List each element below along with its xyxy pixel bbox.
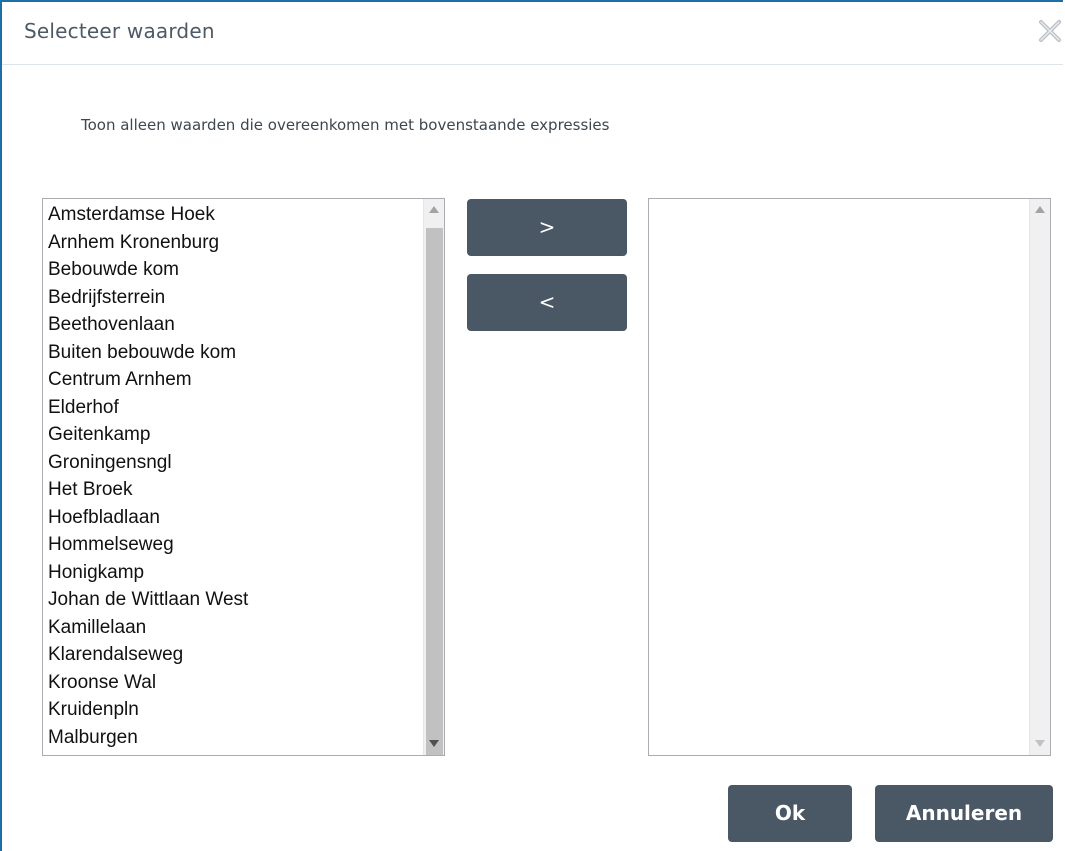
ok-button[interactable]: Ok: [728, 785, 852, 842]
scroll-up-arrow-icon[interactable]: [424, 199, 444, 221]
list-item[interactable]: Klarendalseweg: [48, 641, 423, 669]
close-icon[interactable]: [1037, 18, 1063, 44]
dialog-titlebar: Selecteer waarden: [2, 2, 1063, 65]
list-item[interactable]: Amsterdamse Hoek: [48, 201, 423, 229]
list-item[interactable]: Geitenkamp: [48, 421, 423, 449]
list-item[interactable]: Hoefbladlaan: [48, 504, 423, 532]
list-item[interactable]: Het Broek: [48, 476, 423, 504]
selected-list-scrollbar[interactable]: [1029, 199, 1050, 755]
list-item[interactable]: Arnhem Kronenburg: [48, 229, 423, 257]
list-item[interactable]: Bebouwde kom: [48, 256, 423, 284]
cancel-button[interactable]: Annuleren: [875, 785, 1053, 842]
available-values-list[interactable]: Amsterdamse Hoek Arnhem Kronenburg Bebouwd…: [42, 198, 445, 756]
selected-values-items: [649, 199, 1029, 755]
dialog-title: Selecteer waarden: [24, 19, 215, 43]
list-item[interactable]: Beethovenlaan: [48, 311, 423, 339]
list-item[interactable]: Hommelseweg: [48, 531, 423, 559]
list-item[interactable]: Kamillelaan: [48, 614, 423, 642]
list-item[interactable]: Johan de Wittlaan West: [48, 586, 423, 614]
list-item[interactable]: Bedrijfsterrein: [48, 284, 423, 312]
scroll-down-arrow-icon[interactable]: [1030, 733, 1050, 755]
select-values-dialog: Selecteer waarden Toon alleen waarden di…: [0, 0, 1063, 851]
available-values-items: Amsterdamse Hoek Arnhem Kronenburg Bebouwd…: [43, 199, 423, 755]
filter-instruction-text: Toon alleen waarden die overeenkomen met…: [81, 116, 610, 134]
list-item[interactable]: Malburgen: [48, 724, 423, 752]
scroll-down-arrow-icon[interactable]: [424, 733, 444, 755]
available-list-scrollbar[interactable]: [423, 199, 444, 755]
remove-selected-button[interactable]: <: [467, 274, 627, 331]
scrollbar-thumb[interactable]: [426, 228, 443, 755]
list-item[interactable]: Groningensngl: [48, 449, 423, 477]
list-item[interactable]: Honigkamp: [48, 559, 423, 587]
list-item[interactable]: Buiten bebouwde kom: [48, 339, 423, 367]
selected-values-list[interactable]: [648, 198, 1051, 756]
list-item[interactable]: Centrum Arnhem: [48, 366, 423, 394]
list-item[interactable]: Kruidenpln: [48, 696, 423, 724]
list-item[interactable]: Elderhof: [48, 394, 423, 422]
scroll-up-arrow-icon[interactable]: [1030, 199, 1050, 221]
add-selected-button[interactable]: >: [467, 199, 627, 256]
list-item[interactable]: Kroonse Wal: [48, 669, 423, 697]
